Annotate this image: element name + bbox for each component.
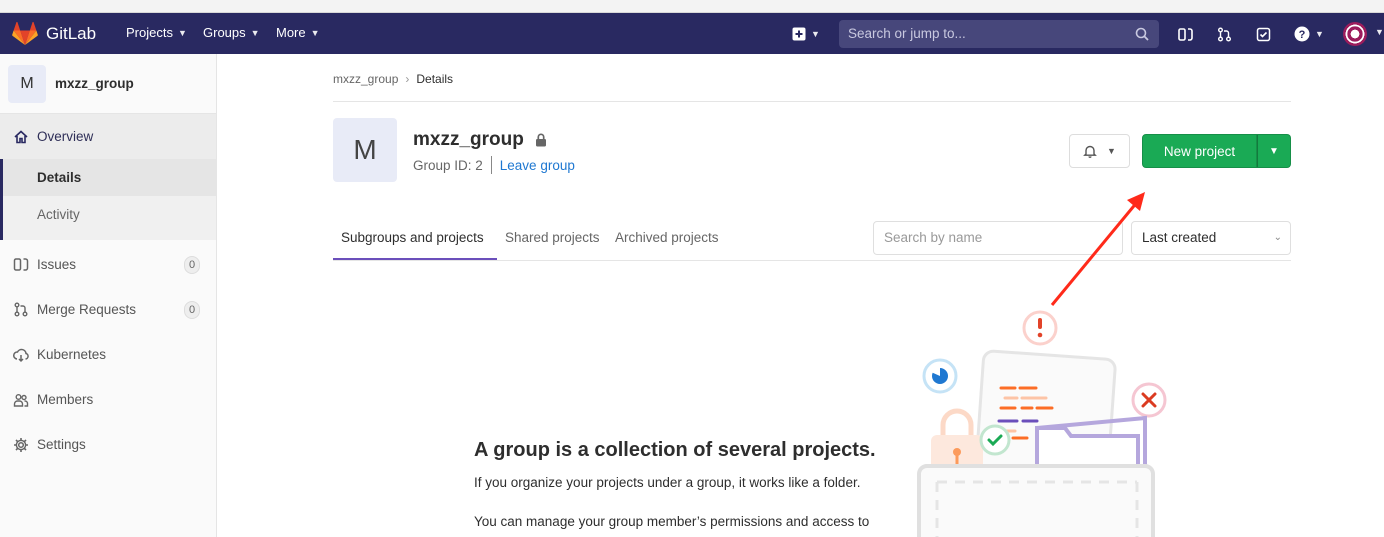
sidebar-item-kubernetes[interactable]: Kubernetes bbox=[0, 332, 216, 377]
more-menu-label: More bbox=[276, 25, 306, 40]
groups-menu[interactable]: Groups ▼ bbox=[203, 25, 260, 40]
alert-badge-icon bbox=[1022, 310, 1058, 346]
sidebar-item-label: Settings bbox=[37, 437, 86, 452]
sidebar-item-settings[interactable]: Settings bbox=[0, 422, 216, 467]
chevron-down-icon: ▼ bbox=[811, 29, 820, 39]
sidebar-item-label: Members bbox=[37, 392, 94, 407]
leave-group-link[interactable]: Leave group bbox=[500, 158, 575, 173]
sidebar-item-merge-requests[interactable]: Merge Requests 0 bbox=[0, 287, 216, 332]
chevron-down-icon[interactable]: ▼ bbox=[1375, 27, 1384, 37]
issues-nav-button[interactable] bbox=[1174, 23, 1196, 45]
group-id: Group ID: 2 bbox=[413, 157, 483, 173]
sidebar-item-label: Issues bbox=[37, 257, 77, 272]
group-avatar-small: M bbox=[8, 65, 46, 103]
breadcrumb: mxzz_group › Details bbox=[333, 72, 453, 86]
home-icon bbox=[14, 129, 28, 143]
user-avatar[interactable] bbox=[1343, 22, 1367, 46]
help-menu-button[interactable]: ? ▼ bbox=[1291, 23, 1327, 45]
check-badge-icon bbox=[979, 424, 1011, 456]
lock-icon bbox=[536, 133, 546, 147]
divider bbox=[490, 156, 492, 174]
groups-menu-label: Groups bbox=[203, 25, 246, 40]
close-badge-icon bbox=[1131, 382, 1167, 418]
projects-menu[interactable]: Projects ▼ bbox=[126, 25, 187, 40]
group-avatar: M bbox=[333, 118, 397, 182]
count-badge: 0 bbox=[184, 255, 200, 274]
gitlab-logo-icon bbox=[12, 22, 38, 45]
todos-nav-button[interactable] bbox=[1252, 23, 1274, 45]
group-title: mxzz_group bbox=[413, 129, 524, 150]
svg-text:?: ? bbox=[1299, 29, 1306, 41]
sidebar-group-header[interactable]: M mxzz_group bbox=[0, 54, 216, 114]
new-project-dropdown-toggle[interactable]: ▼ bbox=[1257, 134, 1291, 168]
search-icon bbox=[1135, 27, 1149, 41]
sidebar-group-name: mxzz_group bbox=[55, 76, 134, 91]
chevron-down-icon: ▼ bbox=[250, 27, 260, 38]
chevron-down-icon: ▼ bbox=[310, 27, 320, 38]
sidebar-item-members[interactable]: Members bbox=[0, 377, 216, 422]
more-menu[interactable]: More ▼ bbox=[276, 25, 320, 40]
chevron-down-icon: ⌄ bbox=[1273, 232, 1282, 243]
top-navbar: GitLab Projects ▼ Groups ▼ More ▼ ▼ Sear… bbox=[0, 13, 1384, 54]
issues-icon bbox=[13, 258, 29, 271]
gear-icon bbox=[14, 437, 28, 452]
browser-bookmarks-bar bbox=[0, 0, 1384, 13]
merge-request-icon bbox=[14, 302, 28, 317]
bell-icon bbox=[1083, 145, 1097, 158]
sidebar-item-overview[interactable]: Overview bbox=[0, 114, 216, 159]
empty-state-illustration bbox=[917, 310, 1167, 537]
active-tab-indicator bbox=[333, 258, 497, 260]
new-project-button[interactable]: New project bbox=[1142, 134, 1257, 168]
tab-subgroups-and-projects[interactable]: Subgroups and projects bbox=[341, 230, 484, 245]
overview-section: Overview Details Activity bbox=[0, 114, 216, 240]
search-placeholder: Search or jump to... bbox=[848, 26, 966, 41]
tab-shared-projects[interactable]: Shared projects bbox=[505, 230, 600, 245]
breadcrumb-group-link[interactable]: mxzz_group bbox=[333, 72, 398, 86]
merge-requests-nav-button[interactable] bbox=[1213, 23, 1235, 45]
search-input[interactable]: Search or jump to... bbox=[839, 20, 1159, 48]
chevron-down-icon: ▼ bbox=[1315, 29, 1324, 39]
annotation-arrow bbox=[1050, 192, 1145, 306]
sidebar-item-label: Details bbox=[37, 170, 82, 185]
chevron-right-icon: › bbox=[405, 72, 410, 86]
sidebar-item-label: Merge Requests bbox=[37, 302, 137, 317]
group-meta: Group ID: 2 Leave group bbox=[413, 156, 575, 174]
chevron-down-icon: ▼ bbox=[1269, 145, 1279, 157]
plus-square-icon bbox=[792, 27, 806, 41]
pie-badge-icon bbox=[922, 358, 958, 394]
sidebar-item-label: Overview bbox=[37, 129, 94, 144]
brand-text: GitLab bbox=[46, 24, 97, 43]
projects-menu-label: Projects bbox=[126, 25, 173, 40]
sidebar-item-label: Activity bbox=[37, 207, 80, 222]
sidebar-item-issues[interactable]: Issues 0 bbox=[0, 242, 216, 287]
notification-settings-button[interactable]: ▼ bbox=[1069, 134, 1130, 168]
kubernetes-icon bbox=[13, 348, 29, 362]
tab-archived-projects[interactable]: Archived projects bbox=[615, 230, 719, 245]
new-dropdown-button[interactable]: ▼ bbox=[788, 23, 824, 45]
merge-request-icon bbox=[1217, 27, 1231, 41]
group-sidebar: M mxzz_group Overview Details Activity I… bbox=[0, 54, 217, 537]
breadcrumb-current: Details bbox=[416, 72, 454, 86]
empty-state-text: If you organize your projects under a gr… bbox=[474, 475, 861, 490]
sidebar-item-activity[interactable]: Activity bbox=[3, 196, 216, 233]
gitlab-brand[interactable]: GitLab bbox=[12, 21, 96, 47]
issues-icon bbox=[1177, 27, 1193, 41]
members-icon bbox=[13, 393, 29, 407]
chevron-down-icon: ▼ bbox=[177, 27, 187, 38]
todo-check-icon bbox=[1256, 27, 1270, 41]
empty-state-title: A group is a collection of several proje… bbox=[474, 439, 876, 461]
sidebar-item-label: Kubernetes bbox=[37, 347, 107, 362]
empty-state-text: You can manage your group member’s permi… bbox=[474, 514, 870, 529]
help-icon: ? bbox=[1294, 26, 1310, 42]
sidebar-item-details[interactable]: Details bbox=[3, 159, 216, 196]
count-badge: 0 bbox=[184, 300, 200, 319]
chevron-down-icon: ▼ bbox=[1107, 146, 1116, 156]
divider bbox=[333, 101, 1291, 102]
